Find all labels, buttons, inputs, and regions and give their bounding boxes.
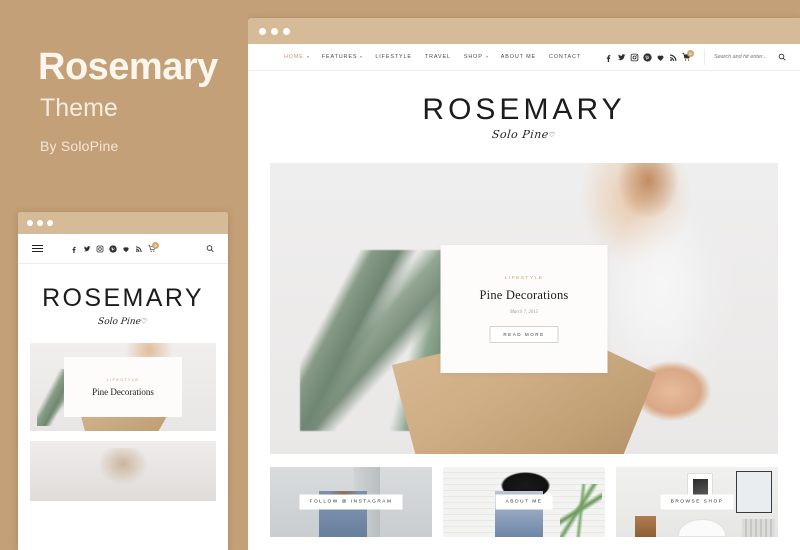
nav-item-features[interactable]: FEATURES bbox=[322, 54, 363, 60]
cart-button[interactable]: 0 bbox=[148, 241, 159, 253]
featured-post-card: LIFESTYLE Pine Decorations March 7, 2015… bbox=[440, 244, 608, 373]
desktop-titlebar bbox=[248, 18, 800, 44]
instagram-icon[interactable] bbox=[96, 245, 104, 253]
bloglovin-heart-icon[interactable] bbox=[122, 245, 130, 253]
nav-links: HOME FEATURES LIFESTYLE TRAVEL SHOP ABOU… bbox=[284, 54, 581, 60]
nav-item-about-me-label: ABOUT ME bbox=[500, 54, 537, 60]
mobile-site-logo-script-text: Solo Pine bbox=[97, 317, 142, 327]
facebook-icon[interactable] bbox=[604, 53, 613, 62]
nav-item-shop[interactable]: SHOP bbox=[464, 54, 488, 60]
heart-icon: ♡ bbox=[140, 317, 149, 326]
cart-count-badge: 0 bbox=[152, 241, 159, 249]
promo-title: Rosemary bbox=[38, 46, 218, 88]
mobile-social-row: 0 bbox=[70, 241, 159, 253]
promo-subtitle: Theme bbox=[40, 94, 118, 122]
site-logo-wordmark: ROSEMARY bbox=[422, 93, 626, 126]
promo-card-about-me[interactable]: ABOUT ME bbox=[443, 467, 605, 537]
mobile-post-category-label[interactable]: LIFESTYLE bbox=[107, 377, 140, 382]
mobile-site-logo-script: Solo Pine♡ bbox=[98, 317, 148, 327]
desktop-browser-window: HOME FEATURES LIFESTYLE TRAVEL SHOP ABOU… bbox=[248, 18, 800, 550]
nav-item-contact[interactable]: CONTACT bbox=[549, 54, 581, 60]
mobile-post-title[interactable]: Pine Decorations bbox=[92, 387, 154, 397]
mobile-browser-window: 0 ROSEMARY Solo Pine♡ LIFESTYLE Pine Dec… bbox=[18, 212, 228, 550]
twitter-icon[interactable] bbox=[617, 53, 626, 62]
nav-item-home[interactable]: HOME bbox=[284, 54, 309, 60]
mobile-page-body: 0 ROSEMARY Solo Pine♡ LIFESTYLE Pine Dec… bbox=[18, 234, 228, 550]
post-date: March 7, 2015 bbox=[509, 309, 539, 315]
window-minimize-dot[interactable] bbox=[37, 220, 43, 226]
wood-stool-shape bbox=[635, 516, 657, 537]
nav-item-home-label: HOME bbox=[284, 54, 304, 60]
mobile-site-logo[interactable]: ROSEMARY Solo Pine♡ bbox=[18, 264, 228, 343]
post-title[interactable]: Pine Decorations bbox=[480, 288, 569, 303]
nav-item-travel-label: TRAVEL bbox=[424, 54, 451, 60]
promo-card-about-me-label: ABOUT ME bbox=[495, 494, 553, 510]
mobile-featured-post-card: LIFESTYLE Pine Decorations bbox=[64, 357, 182, 417]
sink-shape bbox=[677, 518, 727, 537]
nav-item-shop-label: SHOP bbox=[463, 54, 483, 60]
window-maximize-dot[interactable] bbox=[47, 220, 53, 226]
nav-item-about-me[interactable]: ABOUT ME bbox=[501, 54, 536, 60]
plant-shape bbox=[559, 483, 602, 537]
window-maximize-dot[interactable] bbox=[283, 27, 290, 35]
mobile-second-post-image[interactable] bbox=[30, 441, 216, 501]
cart-count-badge: 0 bbox=[687, 49, 694, 57]
facebook-icon[interactable] bbox=[70, 245, 78, 253]
cart-button[interactable]: 0 bbox=[682, 49, 694, 62]
twitter-icon[interactable] bbox=[83, 245, 91, 253]
site-logo-script-text: Solo Pine bbox=[491, 128, 550, 141]
promo-card-instagram[interactable]: FOLLOW @ INSTAGRAM bbox=[270, 467, 432, 537]
search-icon[interactable] bbox=[206, 245, 214, 253]
desktop-page-body: HOME FEATURES LIFESTYLE TRAVEL SHOP ABOU… bbox=[248, 44, 800, 550]
chevron-down-icon bbox=[306, 56, 309, 58]
mobile-titlebar bbox=[18, 212, 228, 234]
nav-item-lifestyle[interactable]: LIFESTYLE bbox=[375, 54, 412, 60]
nav-social-and-search: 0 bbox=[604, 49, 786, 65]
nav-item-lifestyle-label: LIFESTYLE bbox=[375, 54, 412, 60]
mobile-second-post-photo bbox=[30, 441, 216, 501]
promo-card-shop-label: BROWSE SHOP bbox=[660, 494, 734, 510]
post-category-label[interactable]: LIFESTYLE bbox=[505, 275, 544, 280]
rss-icon[interactable] bbox=[669, 53, 678, 62]
promo-card-shop[interactable]: BROWSE SHOP bbox=[616, 467, 778, 537]
nav-item-contact-label: CONTACT bbox=[549, 54, 581, 60]
radiator-shape bbox=[742, 518, 775, 537]
site-logo-script: Solo Pine♡ bbox=[492, 128, 557, 141]
mobile-site-logo-wordmark: ROSEMARY bbox=[42, 284, 204, 312]
rss-icon[interactable] bbox=[135, 245, 143, 253]
instagram-icon[interactable] bbox=[630, 53, 639, 62]
promo-card-instagram-label: FOLLOW @ INSTAGRAM bbox=[299, 494, 403, 510]
chevron-down-icon bbox=[360, 56, 363, 58]
window-minimize-dot[interactable] bbox=[271, 27, 278, 35]
window-shape bbox=[735, 471, 772, 514]
promo-cards-row: FOLLOW @ INSTAGRAM ABOUT ME BROWSE SHOP bbox=[270, 467, 778, 537]
window-close-dot[interactable] bbox=[259, 27, 266, 35]
pinterest-icon[interactable] bbox=[643, 52, 652, 62]
hamburger-menu-icon[interactable] bbox=[32, 244, 43, 253]
heart-icon: ♡ bbox=[548, 131, 557, 139]
hero-image-hands bbox=[595, 349, 748, 454]
search-input[interactable] bbox=[714, 54, 772, 60]
bloglovin-heart-icon[interactable] bbox=[656, 53, 665, 62]
mobile-navigation-bar: 0 bbox=[18, 234, 228, 264]
window-close-dot[interactable] bbox=[27, 220, 33, 226]
promo-author: By SoloPine bbox=[40, 138, 119, 154]
nav-item-travel[interactable]: TRAVEL bbox=[425, 54, 451, 60]
hero-featured-post[interactable]: LIFESTYLE Pine Decorations March 7, 2015… bbox=[270, 163, 778, 454]
search-box[interactable] bbox=[704, 49, 786, 65]
chevron-down-icon bbox=[485, 56, 488, 58]
main-navigation-bar: HOME FEATURES LIFESTYLE TRAVEL SHOP ABOU… bbox=[248, 44, 800, 71]
read-more-button[interactable]: READ MORE bbox=[489, 325, 559, 343]
pinterest-icon[interactable] bbox=[109, 244, 117, 253]
search-icon[interactable] bbox=[777, 53, 786, 62]
mobile-hero-featured-post[interactable]: LIFESTYLE Pine Decorations bbox=[30, 343, 216, 431]
nav-item-features-label: FEATURES bbox=[321, 54, 358, 60]
site-logo[interactable]: ROSEMARY Solo Pine♡ bbox=[248, 71, 800, 163]
